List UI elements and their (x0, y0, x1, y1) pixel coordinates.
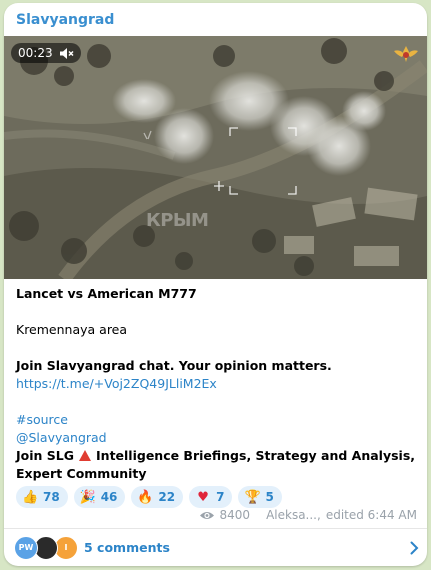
reaction-count: 78 (43, 490, 60, 504)
channel-name[interactable]: Slavyangrad (16, 12, 114, 28)
view-count: 8400 (219, 508, 251, 522)
video-frame (4, 36, 427, 279)
red-triangle-icon (79, 450, 92, 461)
thumbs-up-icon: 👍 (22, 489, 39, 505)
channel-emblem-icon (394, 46, 418, 62)
reaction-party-popper[interactable]: 🎉 46 (73, 486, 126, 508)
trophy-icon: 🏆 (244, 489, 261, 505)
chat-invite-link[interactable]: https://t.me/+Voj2ZQ49JLliM2Ex (16, 375, 418, 393)
video-player[interactable]: 00:23 КРЫМ (4, 36, 427, 279)
reaction-trophy[interactable]: 🏆 5 (238, 486, 282, 508)
reaction-count: 5 (265, 490, 274, 504)
reaction-heart[interactable]: ♥ 7 (189, 486, 233, 508)
chevron-right-icon (410, 541, 419, 555)
reaction-count: 46 (100, 490, 118, 504)
commenter-avatars: PW I (14, 535, 80, 560)
speaker-muted-icon[interactable] (59, 47, 74, 60)
post-meta: 8400 Aleksa..., edited 6:44 AM (199, 508, 417, 522)
reactions-bar: 👍 78 🎉 46 🔥 22 ♥ 7 🏆 5 (16, 486, 282, 508)
post-text: Lancet vs American M777 Kremennaya area … (16, 285, 418, 483)
comments-label: 5 comments (84, 540, 170, 555)
reaction-count: 7 (216, 490, 225, 504)
edited-timestamp: edited 6:44 AM (325, 508, 417, 522)
post-title: Lancet vs American M777 (16, 286, 197, 301)
comments-button[interactable]: PW I 5 comments (4, 529, 427, 566)
post-author: Aleksa..., (266, 508, 321, 522)
join-slg-text: Join SLG Intelligence Briefings, Strategy… (16, 447, 418, 483)
join-slg-suffix: Intelligence Briefings, Strategy and Ana… (16, 448, 416, 481)
fire-icon: 🔥 (137, 489, 154, 505)
video-duration: 00:23 (18, 46, 53, 60)
reaction-fire[interactable]: 🔥 22 (131, 486, 184, 508)
join-chat-text: Join Slavyangrad chat. Your opinion matt… (16, 358, 332, 373)
reaction-thumbs-up[interactable]: 👍 78 (16, 486, 68, 508)
post-location: Kremennaya area (16, 322, 128, 337)
video-duration-badge: 00:23 (11, 43, 81, 63)
join-slg-prefix: Join SLG (16, 448, 75, 463)
video-watermark: КРЫМ (146, 210, 209, 231)
heart-icon: ♥ (197, 489, 209, 505)
hashtag-link[interactable]: #source (16, 411, 418, 429)
party-popper-icon: 🎉 (79, 489, 96, 505)
reaction-count: 22 (158, 490, 176, 504)
avatar: PW (14, 535, 38, 560)
channel-post-card: Slavyangrad 00:23 КРЫМ Lancet vs America… (4, 3, 427, 566)
mention-link[interactable]: @Slavyangrad (16, 429, 418, 447)
eye-icon (199, 511, 214, 519)
